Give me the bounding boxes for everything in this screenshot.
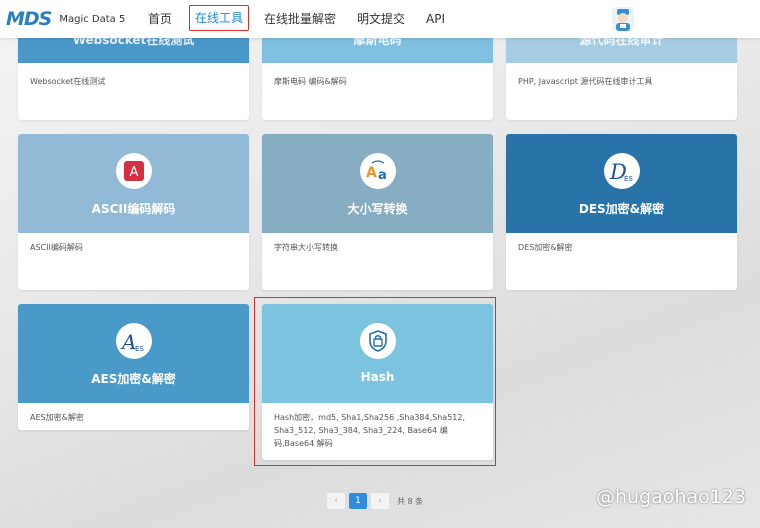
nav-api[interactable]: API [426, 11, 445, 27]
svg-text:A: A [129, 165, 138, 180]
logo-text: Magic Data 5 [59, 13, 126, 25]
tool-card-aes[interactable]: A ES AES加密&解密 AES加密&解密 [18, 304, 249, 430]
card-description: AES加密&解密 [30, 413, 84, 422]
tool-card-ascii[interactable]: A ASCII编码解码 ASCII编码解码 [18, 134, 249, 290]
card-title: 大小写转换 [347, 202, 408, 216]
card-title: ASCII编码解码 [91, 202, 176, 216]
user-avatar[interactable] [612, 7, 634, 31]
des-icon-sub: ES [624, 175, 633, 183]
top-navbar: MDS Magic Data 5 首页 在线工具 在线批量解密 明文提交 API [0, 0, 760, 38]
card-description: ASCII编码解码 [30, 243, 83, 252]
next-page-button[interactable]: › [371, 493, 389, 509]
des-icon: D ES [603, 153, 640, 189]
card-title: Hash [360, 370, 395, 384]
prev-page-button[interactable]: ‹ [327, 493, 345, 509]
hash-lock-icon [359, 323, 396, 359]
card-header: A a 大小写转换 [262, 134, 493, 233]
card-description: DES加密&解密 [518, 243, 573, 252]
card-description: 摩斯电码 编码&解码 [274, 77, 347, 86]
total-count: 共 8 条 [397, 496, 424, 506]
card-description: Hash加密，md5, Sha1,Sha256 ,Sha384,Sha512, … [274, 413, 466, 448]
pagination: ‹ 1 › 共 8 条 [327, 493, 423, 509]
svg-text:a: a [378, 168, 387, 183]
ascii-icon: A [115, 153, 152, 189]
card-header: Hash [262, 304, 493, 403]
tool-card-case-convert[interactable]: A a 大小写转换 字符串大小写转换 [262, 134, 493, 290]
watermark: @hugaohao123 [596, 486, 746, 508]
logo-mark: MDS [6, 8, 52, 30]
aes-icon: A ES [115, 323, 152, 359]
page-1-button[interactable]: 1 [349, 493, 367, 509]
nav-home[interactable]: 首页 [148, 11, 172, 27]
aes-icon-sub: ES [135, 345, 144, 353]
card-description: 字符串大小写转换 [274, 243, 338, 252]
case-convert-icon: A a [359, 153, 396, 189]
svg-text:A: A [366, 165, 377, 181]
nav-batch-decrypt[interactable]: 在线批量解密 [264, 11, 336, 27]
card-description: PHP, Javascript 源代码在线审计工具 [518, 77, 653, 86]
card-description: Websocket在线测试 [30, 77, 106, 86]
card-header: A ASCII编码解码 [18, 134, 249, 233]
tool-card-des[interactable]: D ES DES加密&解密 DES加密&解密 [506, 134, 737, 290]
card-title: DES加密&解密 [578, 202, 665, 216]
card-header: A ES AES加密&解密 [18, 304, 249, 403]
avatar-icon [616, 9, 630, 31]
nav-online-tools[interactable]: 在线工具 [189, 5, 250, 31]
nav-plaintext-submit[interactable]: 明文提交 [357, 11, 405, 27]
card-header: D ES DES加密&解密 [506, 134, 737, 233]
logo[interactable]: MDS Magic Data 5 [6, 8, 125, 30]
card-title: AES加密&解密 [91, 372, 176, 386]
tool-card-hash[interactable]: Hash Hash加密，md5, Sha1,Sha256 ,Sha384,Sha… [262, 304, 493, 460]
aes-icon-letter: A [120, 330, 136, 354]
